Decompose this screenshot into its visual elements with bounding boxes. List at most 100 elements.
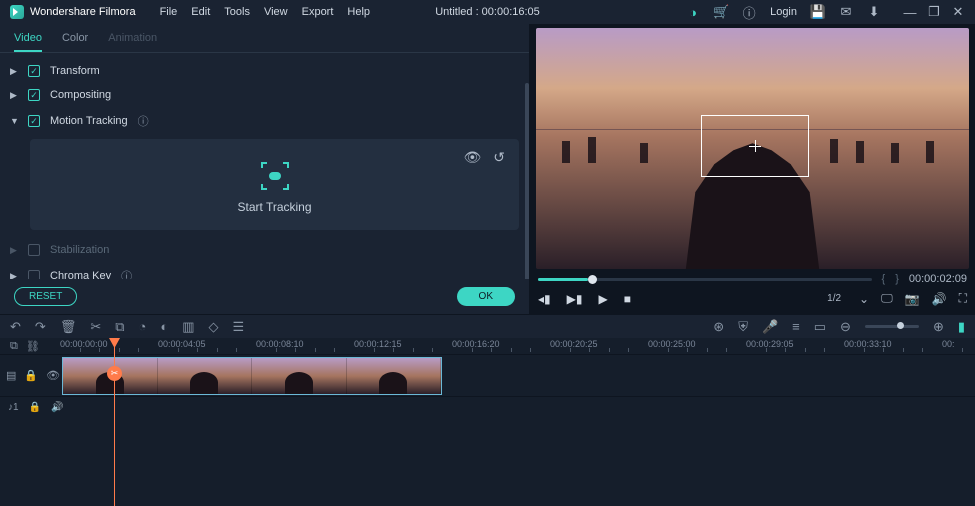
clip-thumbnail [347, 358, 442, 394]
equalizer-icon[interactable]: ≡ [792, 319, 800, 334]
prop-compositing[interactable]: ▶ Compositing [10, 83, 519, 107]
message-icon[interactable]: ✉ [839, 5, 853, 19]
prop-chroma-key[interactable]: ▶ Chroma Key ⓘ [10, 262, 519, 279]
prop-stabilization[interactable]: ▶ Stabilization [10, 238, 519, 262]
crop-icon[interactable]: ⧉ [115, 319, 124, 335]
duplicate-icon[interactable]: ⧉ [10, 340, 18, 353]
checkbox-motion-tracking[interactable] [28, 115, 40, 127]
ruler-timestamp: 00:00:29:05 [746, 339, 794, 349]
logo-icon [10, 5, 24, 19]
property-tabs: Video Color Animation [0, 24, 529, 53]
video-preview[interactable] [536, 28, 969, 269]
save-icon[interactable]: 💾 [811, 5, 825, 19]
mark-in-icon[interactable]: { [882, 273, 886, 285]
video-track: ▤ 🔒 👁 [0, 354, 975, 396]
label-chroma-key: Chroma Key [50, 270, 111, 279]
fullscreen-icon[interactable]: ⛶ [959, 291, 967, 306]
document-title: Untitled : 00:00:16:05 [435, 6, 540, 18]
cart-icon[interactable]: 🛒 [714, 5, 728, 19]
play-icon[interactable]: ▶▮ [567, 292, 583, 306]
preview-scrubber[interactable] [538, 278, 872, 281]
audio-mute-icon[interactable]: 🔊 [51, 402, 63, 413]
reset-tracking-icon[interactable]: ↺ [493, 149, 505, 166]
label-transform: Transform [50, 65, 100, 77]
audio-lock-icon[interactable]: 🔒 [29, 402, 41, 413]
scrubber-thumb[interactable] [588, 275, 597, 284]
color-icon[interactable]: ◐ [160, 319, 168, 334]
volume-icon[interactable]: 🔊 [932, 292, 947, 306]
keyframe-icon[interactable]: ◇ [209, 319, 219, 335]
panel-footer: RESET OK [0, 279, 529, 314]
zoom-fit-icon[interactable]: ▮ [958, 319, 965, 335]
menu-view[interactable]: View [264, 6, 288, 18]
timeline-ruler[interactable]: 00:00:00:0000:00:04:0500:00:08:1000:00:1… [60, 338, 975, 354]
checkbox-stabilization[interactable] [28, 244, 40, 256]
play-forward-icon[interactable]: ▶ [598, 292, 607, 306]
marker-icon[interactable]: ▭ [814, 319, 826, 335]
link-icon[interactable]: ⛓ [26, 340, 40, 353]
checkbox-compositing[interactable] [28, 89, 40, 101]
maximize-icon[interactable]: ❐ [927, 5, 941, 19]
tracker-rectangle[interactable] [701, 115, 809, 178]
login-link[interactable]: Login [770, 6, 797, 18]
tab-animation[interactable]: Animation [108, 32, 157, 52]
video-track-body[interactable] [60, 355, 975, 396]
scrollbar[interactable] [525, 83, 529, 279]
reset-button[interactable]: RESET [14, 287, 77, 306]
caret-down-icon: ▼ [10, 116, 18, 126]
menu-help[interactable]: Help [347, 6, 370, 18]
preview-ratio[interactable]: 1/2 [827, 293, 847, 304]
display-icon[interactable]: 🖵 [881, 291, 893, 306]
info-icon[interactable]: ⓘ [742, 5, 756, 19]
start-tracking-icon[interactable] [261, 162, 289, 190]
redo-icon[interactable]: ↷ [35, 319, 46, 335]
track-settings-icon[interactable]: ▤ [6, 369, 16, 382]
download-icon[interactable]: ⬇ [867, 5, 881, 19]
help-icon[interactable]: ⓘ [138, 113, 149, 129]
playhead[interactable]: ✂ [114, 338, 115, 506]
green-screen-icon[interactable]: ▥ [182, 319, 194, 335]
prop-motion-tracking[interactable]: ▼ Motion Tracking ⓘ [10, 107, 519, 135]
lock-icon[interactable]: 🔒 [24, 369, 38, 382]
start-tracking-label[interactable]: Start Tracking [237, 200, 311, 214]
chevron-down-icon[interactable]: ⌄ [859, 292, 869, 306]
zoom-out-icon[interactable]: ⊖ [840, 319, 851, 335]
snapshot-icon[interactable]: 📷 [905, 292, 920, 306]
checkbox-chroma-key[interactable] [28, 270, 40, 279]
settings-icon[interactable]: ☰ [233, 319, 245, 335]
app-logo: Wondershare Filmora [10, 5, 136, 19]
menu-edit[interactable]: Edit [191, 6, 210, 18]
minimize-icon[interactable]: — [903, 5, 917, 19]
zoom-in-icon[interactable]: ⊕ [933, 319, 944, 335]
ok-button[interactable]: OK [457, 287, 515, 306]
shield-icon[interactable]: ⛨ [738, 319, 748, 335]
zoom-slider[interactable] [865, 325, 919, 328]
tab-color[interactable]: Color [62, 32, 88, 52]
help-icon[interactable]: ⓘ [121, 268, 132, 279]
eye-icon[interactable]: 👁 [46, 369, 60, 382]
support-icon[interactable]: ◑ [686, 5, 700, 19]
stop-icon[interactable]: ■ [624, 292, 631, 306]
visibility-icon[interactable]: 👁 [463, 149, 481, 166]
caret-icon: ▶ [10, 271, 18, 280]
menu-file[interactable]: File [160, 6, 178, 18]
playhead-cut-icon[interactable]: ✂ [107, 366, 122, 381]
prop-transform[interactable]: ▶ Transform [10, 59, 519, 83]
speed-icon[interactable]: ◔ [139, 319, 147, 334]
tab-video[interactable]: Video [14, 32, 42, 52]
delete-icon[interactable]: 🗑 [60, 319, 77, 335]
close-icon[interactable]: ✕ [951, 5, 965, 19]
ruler-timestamp: 00:00:25:00 [648, 339, 696, 349]
caret-icon: ▶ [10, 245, 18, 256]
mark-out-icon[interactable]: } [895, 273, 899, 285]
caret-icon: ▶ [10, 90, 18, 101]
menu-export[interactable]: Export [302, 6, 334, 18]
undo-icon[interactable]: ↶ [10, 319, 21, 335]
label-motion-tracking: Motion Tracking [50, 115, 128, 127]
mixer-icon[interactable]: ⊛ [713, 319, 724, 335]
menu-tools[interactable]: Tools [224, 6, 250, 18]
mic-icon[interactable]: 🎤 [762, 319, 778, 335]
split-icon[interactable]: ✂ [90, 319, 101, 335]
checkbox-transform[interactable] [28, 65, 40, 77]
prev-frame-icon[interactable]: ◂▮ [538, 292, 551, 306]
